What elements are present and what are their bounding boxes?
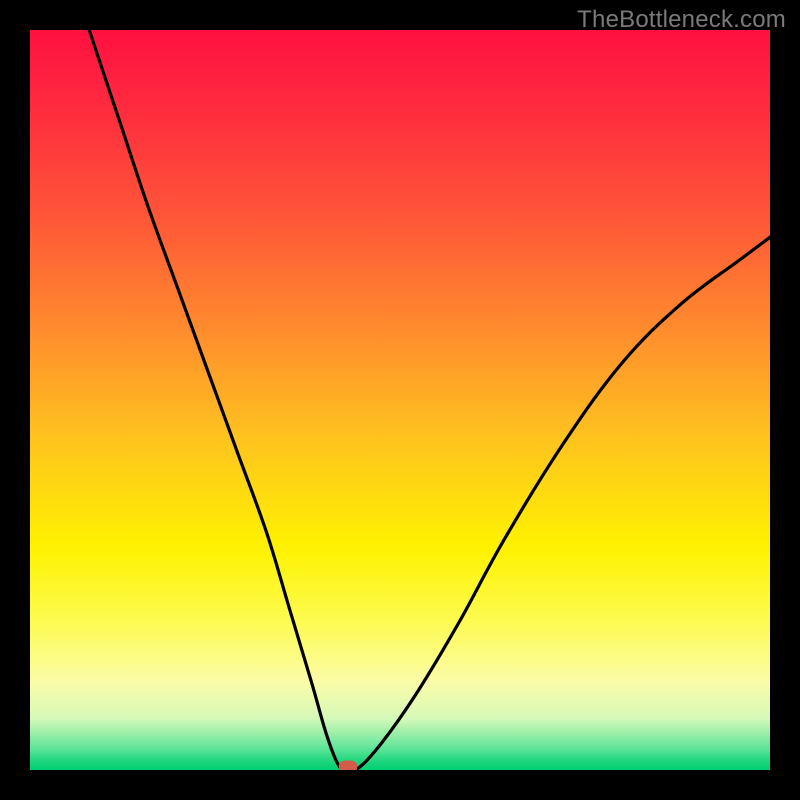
bottleneck-curve	[89, 30, 770, 770]
optimum-marker	[339, 761, 357, 771]
chart-frame: TheBottleneck.com	[0, 0, 800, 800]
plot-area	[30, 30, 770, 770]
curve-svg	[30, 30, 770, 770]
watermark-text: TheBottleneck.com	[577, 6, 786, 34]
